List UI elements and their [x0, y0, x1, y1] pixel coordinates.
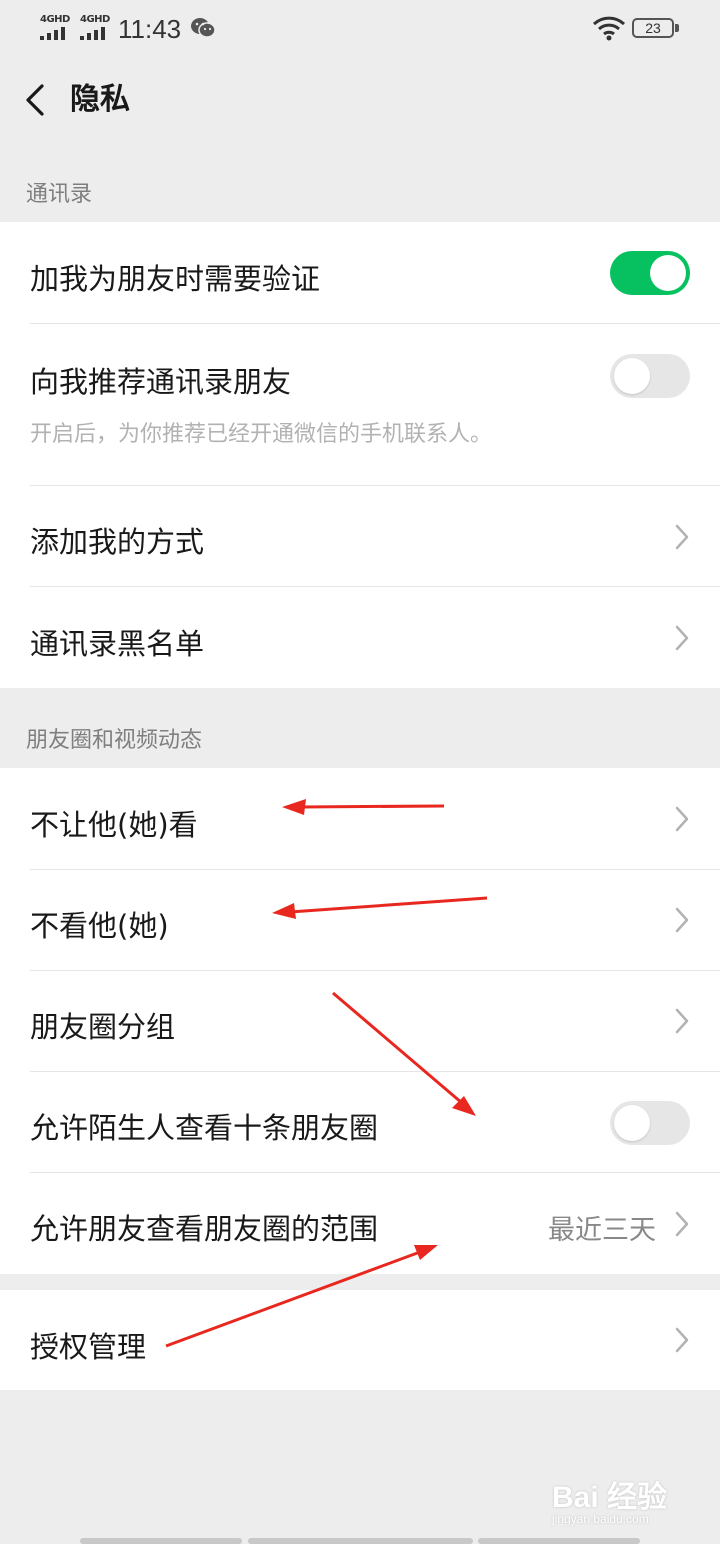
- network-type-1: 4GHD: [40, 14, 70, 25]
- chevron-right-icon: [675, 625, 689, 651]
- moments-settings-group: 不让他(她)看 不看他(她) 朋友圈分组 允许陌生人查看十条朋友圈 允许朋友查看…: [0, 768, 720, 1274]
- row-label: 添加我的方式: [30, 525, 205, 559]
- row-value: 最近三天: [548, 1215, 656, 1246]
- row-label: 允许陌生人查看十条朋友圈: [30, 1111, 379, 1145]
- clock: 11:43: [118, 14, 182, 44]
- row-recommend-contacts[interactable]: 向我推荐通讯录朋友 开启后，为你推荐已经开通微信的手机联系人。: [0, 324, 720, 485]
- row-add-me-methods[interactable]: 添加我的方式: [0, 486, 720, 586]
- battery-icon: 23: [632, 18, 680, 40]
- network-type-2: 4GHD: [80, 14, 110, 25]
- row-label: 不让他(她)看: [30, 808, 198, 842]
- chevron-right-icon: [675, 1327, 689, 1353]
- row-label: 朋友圈分组: [30, 1010, 176, 1044]
- cellular-signal-icon: 4GHD: [40, 14, 74, 40]
- row-authorization-management[interactable]: 授权管理: [0, 1290, 720, 1390]
- contacts-settings-group: 加我为朋友时需要验证 向我推荐通讯录朋友 开启后，为你推荐已经开通微信的手机联系…: [0, 222, 720, 688]
- chevron-right-icon: [675, 806, 689, 832]
- section-title-moments: 朋友圈和视频动态: [26, 728, 203, 753]
- row-friend-verification[interactable]: 加我为朋友时需要验证: [0, 222, 720, 323]
- nav-bar: 隐私: [0, 58, 720, 142]
- navigation-gesture-bar: [80, 1538, 640, 1544]
- recommend-contacts-toggle[interactable]: [610, 354, 690, 398]
- row-description: 开启后，为你推荐已经开通微信的手机联系人。: [30, 422, 493, 447]
- chevron-right-icon: [675, 907, 689, 933]
- chevron-left-icon[interactable]: [22, 80, 52, 120]
- row-stranger-view-ten[interactable]: 允许陌生人查看十条朋友圈: [0, 1072, 720, 1172]
- watermark-logo: Bai 经验 jingyan.baidu.com: [552, 1472, 692, 1532]
- wifi-icon: [592, 16, 626, 41]
- row-label: 允许朋友查看朋友圈的范围: [30, 1212, 379, 1246]
- cellular-signal-icon: 4GHD: [80, 14, 114, 40]
- stranger-view-toggle[interactable]: [610, 1101, 690, 1145]
- wechat-icon: [191, 18, 216, 38]
- row-label: 向我推荐通讯录朋友: [30, 365, 292, 399]
- chevron-right-icon: [675, 524, 689, 550]
- row-friends-view-range[interactable]: 允许朋友查看朋友圈的范围 最近三天: [0, 1173, 720, 1274]
- row-label: 加我为朋友时需要验证: [30, 262, 321, 296]
- status-bar: 4GHD 4GHD 11:43 23: [0, 0, 720, 58]
- row-hide-their-posts[interactable]: 不看他(她): [0, 870, 720, 970]
- row-contacts-blacklist[interactable]: 通讯录黑名单: [0, 587, 720, 688]
- row-label: 不看他(她): [30, 909, 169, 943]
- friend-verification-toggle[interactable]: [610, 251, 690, 295]
- page-title: 隐私: [70, 82, 130, 117]
- authorization-group: 授权管理: [0, 1290, 720, 1390]
- row-label: 授权管理: [30, 1330, 147, 1364]
- section-title-contacts: 通讯录: [26, 182, 93, 207]
- battery-level: 23: [645, 20, 661, 36]
- chevron-right-icon: [675, 1008, 689, 1034]
- row-moments-groups[interactable]: 朋友圈分组: [0, 971, 720, 1071]
- row-hide-my-posts[interactable]: 不让他(她)看: [0, 768, 720, 869]
- row-label: 通讯录黑名单: [30, 627, 205, 661]
- watermark-sub: jingyan.baidu.com: [552, 1512, 649, 1526]
- watermark-text: Bai 经验: [552, 1481, 668, 1514]
- chevron-right-icon: [675, 1211, 689, 1237]
